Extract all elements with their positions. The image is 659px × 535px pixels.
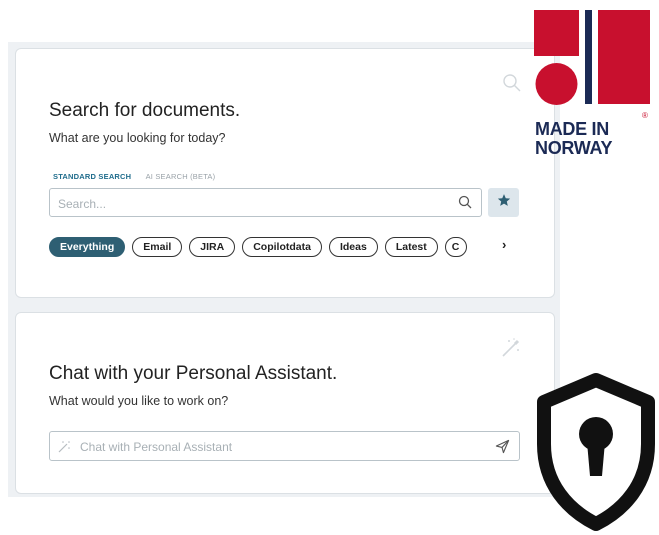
filter-chip-partial[interactable]: C [444, 237, 467, 257]
registered-mark: ® [642, 111, 648, 120]
tab-standard-search[interactable]: STANDARD SEARCH [53, 172, 131, 181]
chat-subtitle: What would you like to work on? [49, 394, 229, 408]
send-icon[interactable] [495, 439, 510, 459]
filter-chip-everything[interactable]: Everything [49, 237, 126, 257]
badge-line-2: NORWAY [535, 138, 613, 158]
search-icon[interactable] [458, 195, 472, 214]
filter-chip-ideas[interactable]: Ideas [328, 237, 378, 257]
chevron-right-icon[interactable]: › [502, 237, 506, 252]
magic-wand-icon [500, 337, 522, 364]
chat-input[interactable] [78, 432, 482, 462]
chat-field [49, 431, 520, 462]
filter-chip-jira[interactable]: JIRA [189, 237, 236, 257]
favorites-button[interactable] [488, 188, 519, 217]
filter-chip-latest[interactable]: Latest [384, 237, 438, 257]
search-input[interactable] [56, 189, 440, 218]
search-subtitle: What are you looking for today? [49, 131, 226, 145]
search-mode-tabs: STANDARD SEARCH AI SEARCH (BETA) [53, 172, 227, 181]
magic-wand-icon [58, 440, 71, 458]
search-card: Search for documents. What are you looki… [15, 48, 555, 298]
shield-lock-icon [537, 373, 655, 531]
search-icon [502, 73, 522, 98]
made-in-norway-text: MADE IN NORWAY [535, 119, 613, 158]
tab-ai-search[interactable]: AI SEARCH (BETA) [146, 172, 216, 181]
filter-chip-copilotdata[interactable]: Copilotdata [242, 237, 322, 257]
chat-card: Chat with your Personal Assistant. What … [15, 312, 555, 494]
filter-chips: Everything Email JIRA Copilotdata Ideas Lates… [49, 237, 519, 261]
search-title: Search for documents. [49, 100, 241, 121]
star-icon [497, 193, 511, 212]
filter-chip-email[interactable]: Email [132, 237, 183, 257]
badge-line-1: MADE IN [535, 119, 609, 139]
chat-title: Chat with your Personal Assistant. [49, 363, 338, 384]
search-field [49, 188, 482, 218]
